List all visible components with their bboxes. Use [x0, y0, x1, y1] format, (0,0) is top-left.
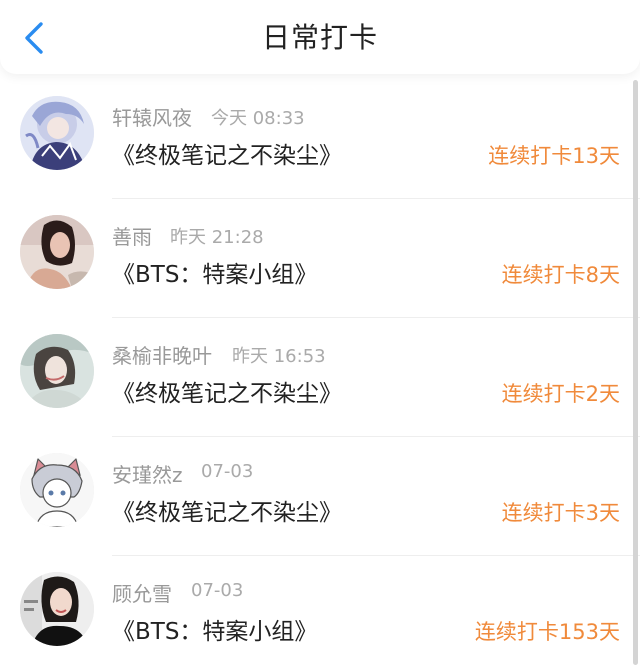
checkin-time: 今天 08:33 [211, 108, 305, 129]
list-item[interactable]: 顾允雪 07-03 《BTS：特案小组》 连续打卡153天 [0, 556, 640, 665]
checkin-time: 昨天 16:53 [232, 346, 326, 367]
list-item[interactable]: 善雨 昨天 21:28 《BTS：特案小组》 连续打卡8天 [0, 199, 640, 318]
streak-label: 连续打卡8天 [501, 263, 620, 287]
streak-label: 连续打卡153天 [474, 620, 620, 644]
streak-label: 连续打卡2天 [501, 382, 620, 406]
avatar[interactable] [20, 96, 94, 170]
avatar[interactable] [20, 572, 94, 646]
checkin-time: 昨天 21:28 [170, 227, 264, 248]
book-title[interactable]: 《BTS：特案小组》 [112, 255, 317, 289]
scrollbar[interactable] [632, 80, 640, 665]
avatar[interactable] [20, 453, 94, 527]
page-title: 日常打卡 [261, 21, 378, 54]
user-name[interactable]: 桑榆非晚叶 [112, 340, 212, 369]
list-item[interactable]: 轩辕风夜 今天 08:33 《终极笔记之不染尘》 连续打卡13天 [0, 80, 640, 199]
book-title[interactable]: 《终极笔记之不染尘》 [112, 374, 342, 408]
list-item[interactable]: 桑榆非晚叶 昨天 16:53 《终极笔记之不染尘》 连续打卡2天 [0, 318, 640, 437]
book-title[interactable]: 《终极笔记之不染尘》 [112, 493, 342, 527]
list-item[interactable]: 安瑾然z 07-03 《终极笔记之不染尘》 连续打卡3天 [0, 437, 640, 556]
book-title[interactable]: 《终极笔记之不染尘》 [112, 136, 342, 170]
user-name[interactable]: 安瑾然z [112, 459, 183, 488]
user-name[interactable]: 顾允雪 [112, 578, 172, 607]
checkin-time: 07-03 [191, 580, 244, 601]
book-title[interactable]: 《BTS：特案小组》 [112, 612, 317, 646]
top-navigation-bar: 日常打卡 [0, 0, 640, 74]
scrollbar-thumb[interactable] [633, 80, 638, 665]
avatar[interactable] [20, 215, 94, 289]
user-name[interactable]: 善雨 [112, 221, 152, 250]
checkin-page: 日常打卡 轩辕风夜 今天 08:33 《终极笔记之不染尘》 连续打卡13天 善雨… [0, 0, 640, 665]
avatar[interactable] [20, 334, 94, 408]
streak-label: 连续打卡3天 [501, 501, 620, 525]
streak-label: 连续打卡13天 [488, 144, 620, 168]
user-name[interactable]: 轩辕风夜 [112, 102, 192, 131]
checkin-time: 07-03 [201, 461, 254, 482]
